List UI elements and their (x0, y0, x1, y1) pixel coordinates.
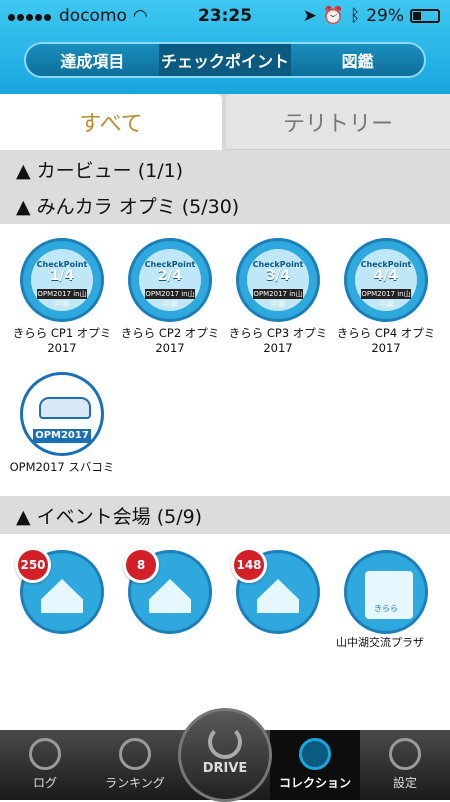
segment-achievements[interactable]: 達成項目 (26, 44, 159, 76)
event-tile-3[interactable]: 148 (231, 547, 320, 634)
nav-settings[interactable]: 設定 (360, 730, 450, 800)
event-tile-2[interactable]: 8 (123, 547, 212, 634)
tab-bar: すべて テリトリー (0, 94, 450, 150)
badge-number: 3/4 (265, 268, 291, 284)
checkpoint-tile-4[interactable]: CheckPoint 4/4 OPM2017 in山中湖 きらら CP4 オプミ… (332, 238, 440, 356)
tent-icon (257, 579, 299, 613)
nav-log-label: ログ (32, 776, 57, 790)
section-carview[interactable]: ▲ カービュー (1/1) (0, 150, 450, 188)
badge-opm-label: OPM2017 in山中湖 (253, 289, 303, 308)
tent-icon (149, 579, 191, 613)
checkpoint-tile-1[interactable]: CheckPoint 1/4 OPM2017 in山中湖 きらら CP1 オプミ… (8, 238, 116, 356)
checkpoint-badge-icon: CheckPoint 4/4 OPM2017 in山中湖 (344, 238, 428, 322)
segment-control: 達成項目 チェックポイント 図鑑 (24, 42, 426, 78)
event-tile-4[interactable]: きらら (344, 550, 428, 634)
badge-number: 2/4 (157, 268, 183, 284)
nav-log[interactable]: ログ (0, 730, 90, 800)
event-name-cutoff: 山中湖交流プラザ (336, 636, 424, 649)
status-bar: docomo ◠ 23:25 ➤ ⏰ ᛒ 29% (0, 0, 450, 32)
nav-settings-label: 設定 (392, 776, 417, 790)
alarm-icon: ⏰ (322, 6, 344, 26)
gear-icon (389, 738, 421, 770)
checkpoint-name: きらら CP4 オプミ 2017 (336, 326, 436, 355)
badge-number: 4/4 (373, 268, 399, 284)
event-tile-1[interactable]: 250 (15, 547, 104, 634)
checkpoint-badge-icon: CheckPoint 2/4 OPM2017 in山中湖 (128, 238, 212, 322)
checkpoint-name: きらら CP1 オプミ 2017 (12, 326, 112, 355)
badge-number: 1/4 (49, 268, 75, 284)
tab-all[interactable]: すべて (0, 94, 222, 150)
battery-icon (410, 9, 440, 23)
drive-button[interactable]: DRIVE (178, 708, 272, 802)
section-event[interactable]: ▲ イベント会場 (5/9) (0, 496, 450, 534)
checkpoint-name: きらら CP2 オプミ 2017 (120, 326, 220, 355)
segment-encyclopedia[interactable]: 図鑑 (291, 44, 424, 76)
bluetooth-icon: ᛒ (350, 6, 361, 26)
top-bar: docomo ◠ 23:25 ➤ ⏰ ᛒ 29% 達成項目 チェックポイント 図… (0, 0, 450, 94)
car-icon (39, 397, 91, 419)
checkpoint-name: きらら CP3 オプミ 2017 (228, 326, 328, 355)
nav-collection[interactable]: コレクション (270, 730, 360, 800)
checkpoint-badge-icon: CheckPoint 3/4 OPM2017 in山中湖 (236, 238, 320, 322)
power-icon (208, 725, 242, 759)
status-right: ➤ ⏰ ᛒ 29% (303, 6, 440, 26)
nav-ranking[interactable]: ランキング (90, 730, 180, 800)
star-icon (299, 738, 331, 770)
segment-checkpoints[interactable]: チェックポイント (158, 44, 292, 76)
nav-collection-label: コレクション (278, 776, 351, 790)
subaru-badge-icon: OPM2017 (20, 372, 104, 456)
tent-icon (41, 579, 83, 613)
checkpoint-tile-2[interactable]: CheckPoint 2/4 OPM2017 in山中湖 きらら CP2 オプミ… (116, 238, 224, 356)
trophy-icon (119, 738, 151, 770)
clock-icon (29, 738, 61, 770)
nav-ranking-label: ランキング (105, 776, 165, 790)
badge-opm-label: OPM2017 in山中湖 (37, 289, 87, 308)
drive-label: DRIVE (202, 761, 248, 776)
location-icon: ➤ (302, 6, 317, 26)
subaru-badge-label: OPM2017 (33, 429, 91, 443)
count-badge: 250 (15, 547, 51, 583)
checkpoint-tile-3[interactable]: CheckPoint 3/4 OPM2017 in山中湖 きらら CP3 オプミ… (224, 238, 332, 356)
event-badge-label: きらら (374, 604, 398, 613)
checkpoint-badge-icon: CheckPoint 1/4 OPM2017 in山中湖 (20, 238, 104, 322)
battery-label: 29% (366, 6, 404, 26)
tab-territory[interactable]: テリトリー (226, 94, 450, 150)
badge-opm-label: OPM2017 in山中湖 (361, 289, 411, 308)
subaru-name: OPM2017 スバコミ (9, 460, 115, 474)
badge-opm-label: OPM2017 in山中湖 (145, 289, 195, 308)
count-badge: 8 (123, 547, 159, 583)
section-minkara[interactable]: ▲ みんカラ オプミ (5/30) (0, 186, 450, 224)
count-badge: 148 (231, 547, 267, 583)
subaru-tile[interactable]: OPM2017 OPM2017 スバコミ (8, 372, 116, 475)
